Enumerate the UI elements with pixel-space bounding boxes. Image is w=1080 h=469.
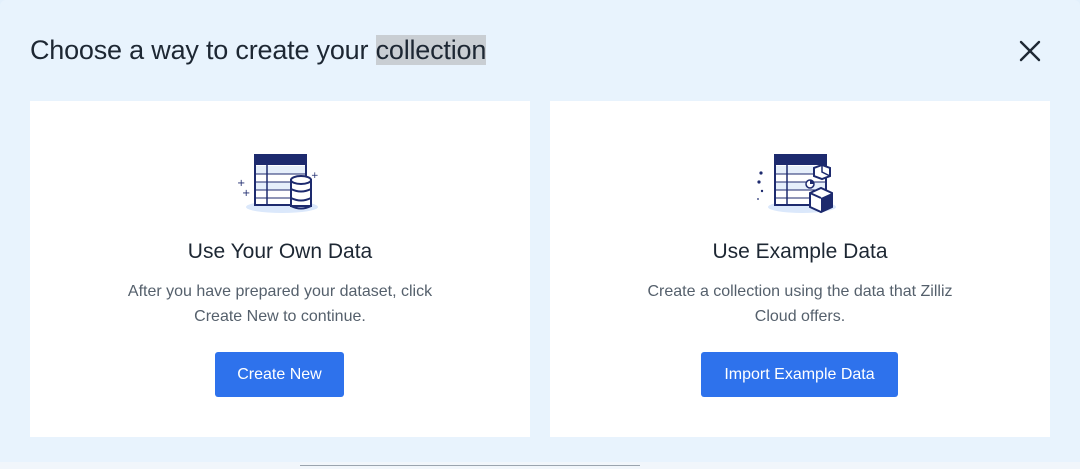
dialog-title-text: Choose a way to create your [30,35,376,65]
table-database-icon: + + + [237,154,319,213]
option-card-own-data: + + + Use Your Own Data After you have p… [30,101,530,437]
close-button[interactable] [1013,34,1047,68]
dialog-title: Choose a way to create your collection [30,30,486,70]
import-example-data-button[interactable]: Import Example Data [701,352,898,397]
create-new-button[interactable]: Create New [215,352,344,397]
option-description: Create a collection using the data that … [647,283,953,325]
svg-text:+: + [242,188,250,199]
option-title: Use Your Own Data [187,240,373,263]
create-collection-dialog: Choose a way to create your collection + [0,0,1080,469]
option-title: Use Example Data [712,240,888,263]
close-icon [1019,40,1041,62]
divider [300,465,640,466]
dialog-title-highlight: collection [375,35,487,65]
table-cube-icon [757,154,836,214]
option-card-example-data: Use Example Data Create a collection usi… [550,101,1050,437]
svg-text:+: + [311,171,319,181]
underlying-page-edge [0,462,1080,469]
option-description: After you have prepared your dataset, cl… [127,283,433,325]
